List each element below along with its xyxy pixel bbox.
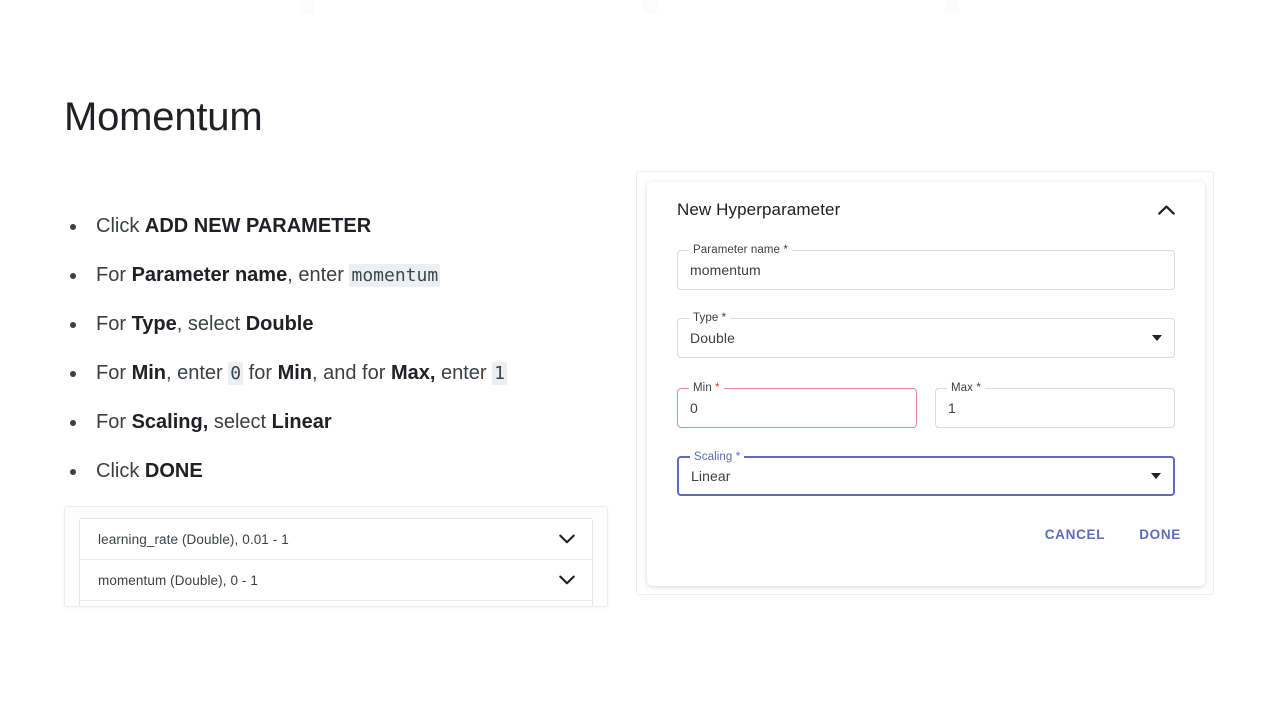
type-field[interactable]: Type * Double (677, 312, 1175, 358)
new-hyperparameter-card: New Hyperparameter Parameter name * mome… (647, 182, 1205, 586)
top-artifact (945, 0, 959, 14)
type-value: Double (690, 330, 735, 346)
scaling-value: Linear (691, 468, 731, 484)
inline-code: momentum (349, 264, 441, 287)
chevron-down-icon[interactable] (558, 530, 576, 548)
type-label: Type * (689, 312, 731, 325)
parameter-list-panel: learning_rate (Double), 0.01 - 1 momentum… (64, 506, 608, 607)
max-field[interactable]: Max * 1 (935, 382, 1175, 428)
parameter-row[interactable]: learning_rate (Double), 0.01 - 1 (80, 519, 592, 560)
slide-canvas: Momentum Click ADD NEW PARAMETER For Para… (0, 0, 1280, 720)
dropdown-arrow-icon[interactable] (1152, 335, 1162, 341)
parameter-row[interactable]: momentum (Double), 0 - 1 (80, 560, 592, 601)
instruction-item-scaling: For Scaling, select Linear (64, 408, 564, 437)
parameter-name-label: Parameter name * (689, 244, 792, 257)
inline-code: 0 (228, 362, 244, 385)
cancel-button[interactable]: CANCEL (1037, 521, 1113, 548)
instruction-item-done: Click DONE (64, 457, 564, 486)
parameter-row-label: momentum (Double), 0 - 1 (98, 572, 258, 588)
parameter-name-value: momentum (690, 262, 761, 278)
done-button[interactable]: DONE (1131, 521, 1189, 548)
card-actions: CANCEL DONE (1037, 521, 1189, 548)
min-field[interactable]: Min * 0 (677, 382, 917, 428)
instruction-list: Click ADD NEW PARAMETER For Parameter nam… (64, 212, 564, 506)
hyperparameter-card-container: New Hyperparameter Parameter name * mome… (636, 171, 1214, 595)
card-header: New Hyperparameter (667, 182, 1185, 238)
scaling-label: Scaling * (690, 451, 745, 464)
instruction-item-min-max: For Min, enter 0 for Min, and for Max, e… (64, 359, 564, 388)
inline-code: 1 (492, 362, 507, 385)
top-artifact (643, 0, 657, 14)
instruction-item-parameter-name: For Parameter name, enter momentum (64, 261, 564, 290)
page-title: Momentum (64, 94, 263, 139)
instruction-item-add-new-parameter: Click ADD NEW PARAMETER (64, 212, 564, 241)
max-value: 1 (948, 400, 956, 416)
min-value: 0 (690, 400, 698, 416)
parameter-list: learning_rate (Double), 0.01 - 1 momentum… (79, 518, 593, 606)
parameter-name-field[interactable]: Parameter name * momentum (677, 244, 1175, 290)
instruction-item-type: For Type, select Double (64, 310, 564, 339)
min-label: Min * (689, 382, 724, 395)
scaling-field[interactable]: Scaling * Linear (677, 451, 1175, 496)
min-max-row: Min * 0 Max * 1 (677, 382, 1175, 428)
card-title: New Hyperparameter (677, 200, 841, 219)
top-artifact (300, 0, 314, 14)
max-label: Max * (947, 382, 985, 395)
parameter-row-label: learning_rate (Double), 0.01 - 1 (98, 531, 289, 547)
chevron-down-icon[interactable] (558, 571, 576, 589)
dropdown-arrow-icon[interactable] (1151, 473, 1161, 479)
chevron-up-icon[interactable] (1153, 197, 1179, 223)
